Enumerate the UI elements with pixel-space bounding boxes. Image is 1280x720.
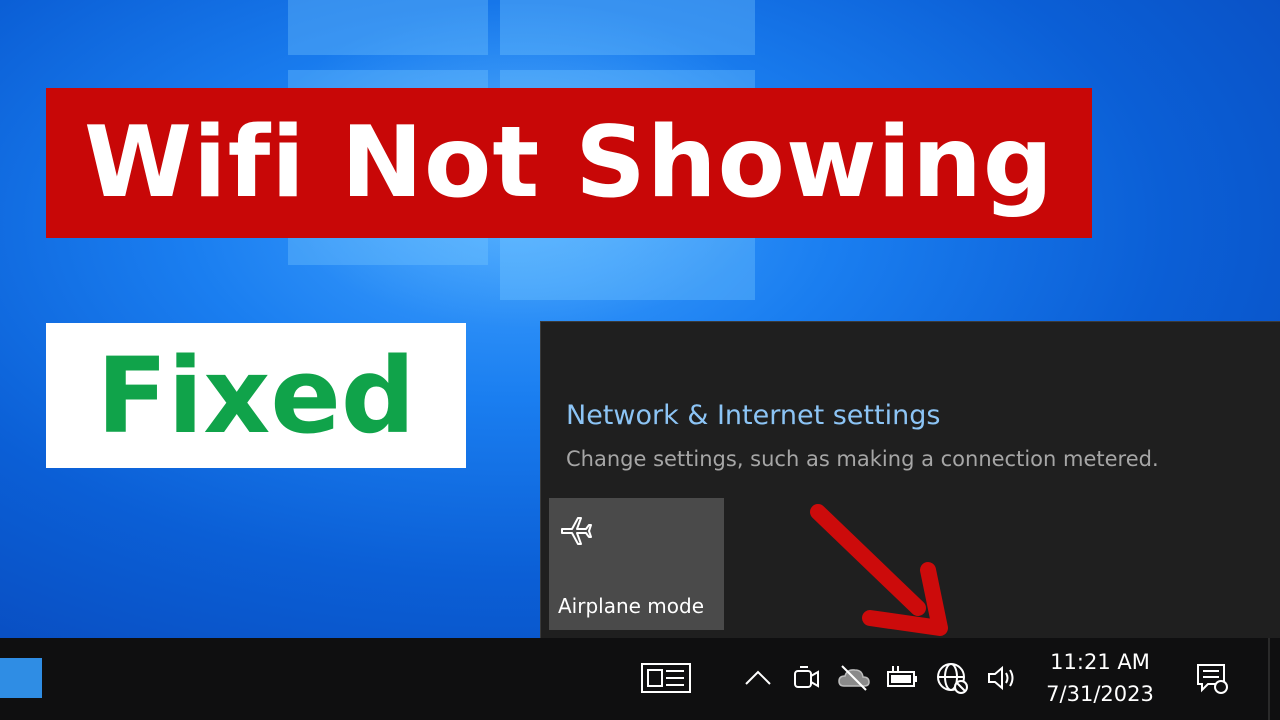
show-desktop-button[interactable]	[1268, 638, 1280, 720]
airplane-icon	[558, 512, 594, 548]
taskbar: 11:21 AM 7/31/2023	[0, 638, 1280, 720]
notifications-icon[interactable]	[1194, 660, 1230, 696]
airplane-mode-label: Airplane mode	[558, 594, 705, 618]
battery-icon[interactable]	[884, 660, 920, 696]
meet-now-icon[interactable]	[788, 660, 824, 696]
news-widget-icon[interactable]	[640, 660, 692, 696]
network-settings-description: Change settings, such as making a connec…	[566, 447, 1159, 471]
search-thumbnail[interactable]	[0, 658, 42, 698]
chevron-up-icon[interactable]	[740, 660, 776, 696]
clock-date: 7/31/2023	[1046, 682, 1154, 706]
windows-logo-pane	[288, 0, 488, 55]
headline-banner: Wifi Not Showing	[46, 88, 1092, 238]
volume-icon[interactable]	[984, 660, 1020, 696]
globe-no-internet-icon[interactable]	[934, 660, 970, 696]
onedrive-icon[interactable]	[836, 660, 872, 696]
red-arrow-annotation	[810, 504, 948, 636]
headline-text: Wifi Not Showing	[83, 106, 1055, 220]
windows-logo-pane	[500, 0, 755, 55]
network-settings-link[interactable]: Network & Internet settings	[566, 400, 940, 431]
fixed-banner: Fixed	[46, 323, 466, 468]
clock-time: 11:21 AM	[1050, 650, 1150, 674]
airplane-mode-tile[interactable]: Airplane mode	[549, 498, 724, 630]
clock[interactable]: 11:21 AM 7/31/2023	[1030, 646, 1170, 710]
fixed-text: Fixed	[96, 334, 416, 457]
